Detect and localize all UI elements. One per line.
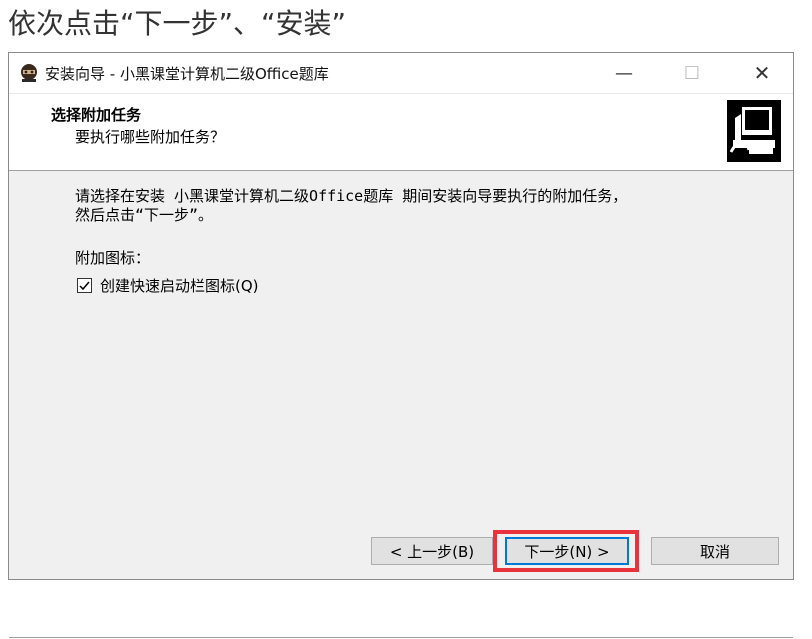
quick-launch-checkbox[interactable] — [77, 278, 92, 293]
title-bar: 安装向导 - 小黑课堂计算机二级Office题库 — ☐ ✕ — [9, 53, 793, 94]
app-icon — [21, 64, 37, 82]
page-title: 选择附加任务 — [51, 106, 142, 124]
wizard-header: 选择附加任务 要执行哪些附加任务？ — [9, 94, 793, 171]
back-button[interactable]: < 上一步(B) — [371, 537, 493, 565]
description: 请选择在安装 小黑课堂计算机二级Office题库 期间安装向导要执行的附加任务，… — [75, 187, 755, 225]
maximize-button[interactable]: ☐ — [669, 53, 715, 93]
computer-setup-icon — [727, 100, 781, 162]
installer-window: 安装向导 - 小黑课堂计算机二级Office题库 — ☐ ✕ 选择附加任务 要执… — [8, 52, 794, 639]
page-subtitle: 要执行哪些附加任务？ — [75, 128, 226, 146]
wizard-content: 请选择在安装 小黑课堂计算机二级Office题库 期间安装向导要执行的附加任务，… — [9, 171, 793, 639]
checkmark-icon — [79, 281, 90, 291]
cancel-button[interactable]: 取消 — [651, 537, 779, 565]
description-line-2: 然后点击“下一步”。 — [75, 206, 214, 224]
quick-launch-option[interactable]: 创建快速启动栏图标(Q) — [77, 275, 259, 296]
quick-launch-label: 创建快速启动栏图标(Q) — [100, 277, 259, 295]
minimize-button[interactable]: — — [601, 53, 647, 93]
close-button[interactable]: ✕ — [739, 53, 785, 93]
window-title: 安装向导 - 小黑课堂计算机二级Office题库 — [45, 65, 329, 83]
instruction-text: 依次点击“下一步”、“安装” — [8, 7, 347, 40]
description-line-1: 请选择在安装 小黑课堂计算机二级Office题库 期间安装向导要执行的附加任务， — [75, 187, 628, 205]
additional-icons-label: 附加图标： — [75, 249, 151, 267]
next-button-highlight — [493, 530, 639, 572]
